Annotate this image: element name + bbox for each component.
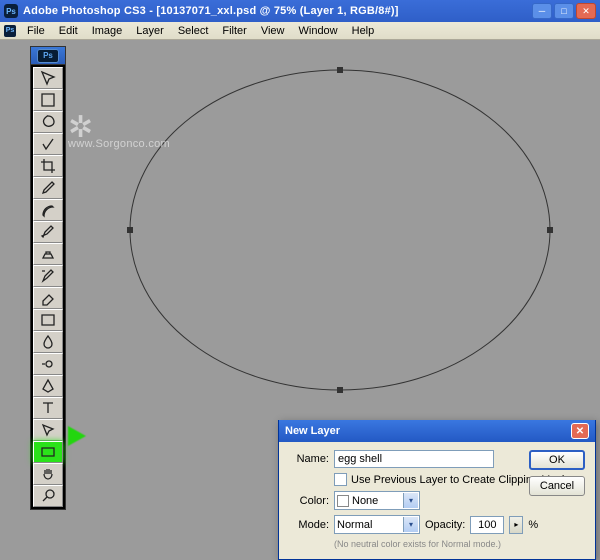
menu-filter[interactable]: Filter	[215, 23, 253, 39]
name-label: Name:	[289, 453, 329, 465]
watermark-logo-icon: ✲	[68, 118, 170, 138]
watermark-text: www.Sorgonco.com	[68, 138, 170, 150]
menu-edit[interactable]: Edit	[52, 23, 85, 39]
clone-stamp-tool[interactable]	[33, 243, 63, 265]
menu-select[interactable]: Select	[171, 23, 216, 39]
ps-menu-icon: Ps	[4, 25, 16, 37]
menu-image[interactable]: Image	[85, 23, 130, 39]
color-select[interactable]: None ▾	[334, 491, 420, 510]
history-brush-tool[interactable]	[33, 265, 63, 287]
dialog-close-button[interactable]: ✕	[571, 423, 589, 439]
eraser-tool[interactable]	[33, 287, 63, 309]
blur-tool[interactable]	[33, 331, 63, 353]
crop-tool[interactable]	[33, 155, 63, 177]
menu-window[interactable]: Window	[292, 23, 345, 39]
close-button[interactable]: ✕	[576, 3, 596, 19]
menu-view[interactable]: View	[254, 23, 292, 39]
watermark: ✲ www.Sorgonco.com	[68, 118, 170, 150]
ps-badge-icon: Ps	[37, 49, 59, 63]
color-swatch-icon	[337, 495, 349, 507]
brush-tool[interactable]	[33, 221, 63, 243]
hand-tool[interactable]	[33, 463, 63, 485]
lasso-tool[interactable]	[33, 111, 63, 133]
new-layer-dialog: New Layer ✕ OK Cancel Name: Use Previous…	[278, 420, 596, 560]
highlight-arrow-icon	[68, 426, 86, 446]
dropdown-arrow-icon: ▾	[403, 493, 418, 508]
path-select-tool[interactable]	[33, 419, 63, 441]
app-titlebar: Ps Adobe Photoshop CS3 - [10137071_xxl.p…	[0, 0, 600, 22]
ps-app-icon: Ps	[4, 4, 18, 18]
menu-bar: Ps File Edit Image Layer Select Filter V…	[0, 22, 600, 40]
layer-name-input[interactable]	[334, 450, 494, 468]
dialog-titlebar[interactable]: New Layer ✕	[279, 420, 595, 442]
eyedropper-tool[interactable]	[33, 177, 63, 199]
dialog-title: New Layer	[285, 425, 571, 437]
menu-file[interactable]: File	[20, 23, 52, 39]
shape-tool[interactable]	[33, 441, 63, 463]
menu-layer[interactable]: Layer	[129, 23, 171, 39]
zoom-tool[interactable]	[33, 485, 63, 507]
ok-button[interactable]: OK	[529, 450, 585, 470]
marquee-tool[interactable]	[33, 89, 63, 111]
pen-tool[interactable]	[33, 375, 63, 397]
mode-hint: (No neutral color exists for Normal mode…	[334, 539, 585, 549]
cancel-button[interactable]: Cancel	[529, 476, 585, 496]
tools-panel: Ps	[30, 46, 66, 510]
tools-panel-header[interactable]: Ps	[31, 47, 65, 65]
title-text: Adobe Photoshop CS3 - [10137071_xxl.psd …	[23, 5, 530, 17]
type-tool[interactable]	[33, 397, 63, 419]
quick-select-tool[interactable]	[33, 133, 63, 155]
color-value: None	[352, 495, 378, 507]
gradient-tool[interactable]	[33, 309, 63, 331]
healing-brush-tool[interactable]	[33, 199, 63, 221]
dodge-tool[interactable]	[33, 353, 63, 375]
menu-help[interactable]: Help	[345, 23, 382, 39]
ellipse-shape-path[interactable]	[120, 60, 560, 400]
minimize-button[interactable]: ─	[532, 3, 552, 19]
move-tool[interactable]	[33, 67, 63, 89]
maximize-button[interactable]: □	[554, 3, 574, 19]
color-label: Color:	[289, 495, 329, 507]
clipping-mask-checkbox[interactable]	[334, 473, 347, 486]
